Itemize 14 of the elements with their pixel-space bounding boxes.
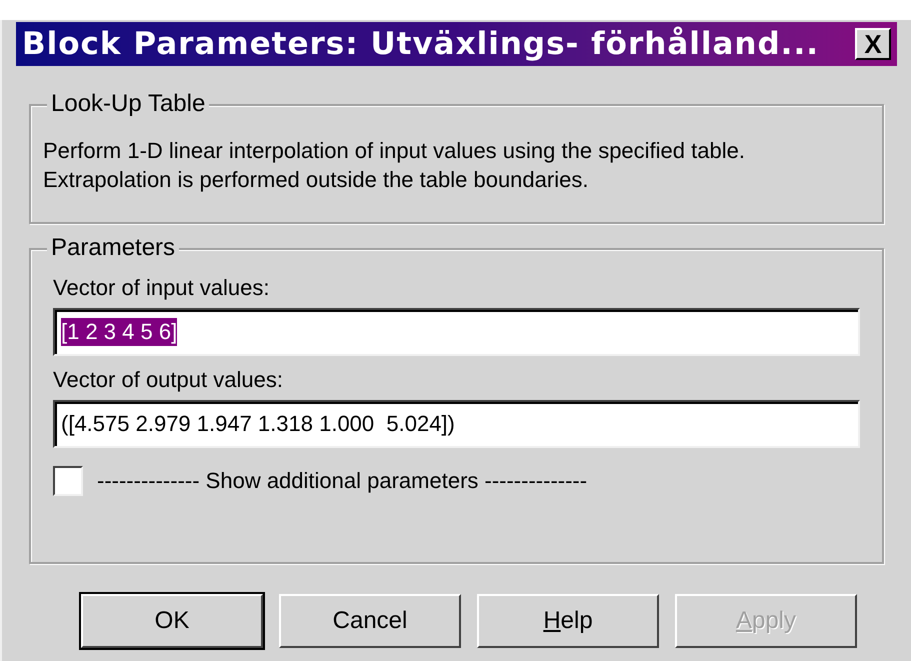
field-label: Vector of output values:: [53, 366, 284, 394]
window-title: Block Parameters: Utväxlings- förhålland...: [22, 24, 820, 64]
dialog-button[interactable]: Help: [477, 594, 659, 648]
checkbox-label: -------------- Show additional parameters --------------: [97, 467, 588, 495]
field-value: [1 2 3 4 5 6]: [61, 318, 178, 346]
dialog-button[interactable]: OK: [81, 594, 263, 648]
input-field[interactable]: [1 2 3 4 5 6]: [53, 308, 860, 356]
dialog-button[interactable]: Cancel: [279, 594, 461, 648]
field-label: Vector of input values:: [53, 274, 270, 302]
field-value: ([4.575 2.979 1.947 1.318 1.000 5.024]): [61, 410, 455, 438]
close-button[interactable]: X: [855, 28, 891, 60]
checkbox[interactable]: [53, 466, 83, 496]
input-field[interactable]: ([4.575 2.979 1.947 1.318 1.000 5.024]): [53, 400, 860, 448]
description-text: Perform 1-D linear interpolation of input values using the specified table. Extrapolation is performed outside the table boundaries.: [43, 137, 746, 194]
